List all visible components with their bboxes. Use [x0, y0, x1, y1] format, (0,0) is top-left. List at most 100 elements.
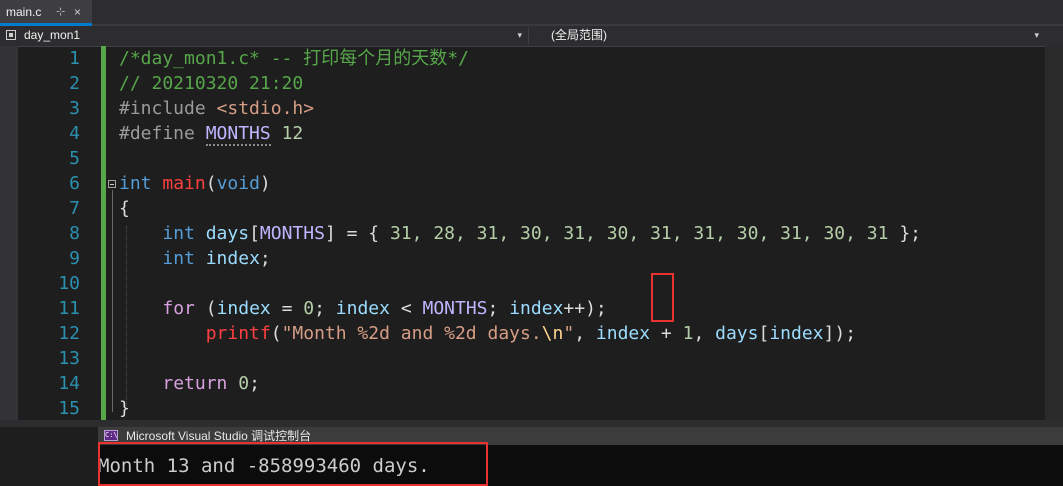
punct: (: [205, 173, 217, 194]
line-number: 15: [58, 398, 80, 419]
line-number: 3: [69, 98, 80, 119]
punct: };: [888, 223, 921, 244]
code-line-1: /*day_mon1.c* -- 打印每个月的天数*/: [119, 46, 469, 71]
preprocessor: #define: [119, 123, 206, 144]
keyword: int: [162, 248, 195, 269]
code-line-14: return 0;: [119, 371, 260, 396]
vertical-scrollbar[interactable]: [1045, 46, 1063, 420]
punct: [: [758, 323, 770, 344]
macro-name: MONTHS: [205, 123, 271, 146]
keyword: int: [119, 173, 152, 194]
code-line-4: #define MONTHS 12: [119, 121, 303, 146]
code-line-12: printf("Month %2d and %2d days.\n", inde…: [119, 321, 856, 346]
line-number: 8: [69, 223, 80, 244]
left-margin: [0, 46, 18, 420]
preprocessor: #include: [119, 98, 217, 119]
include-path: <stdio.h>: [216, 98, 315, 119]
line-number: 14: [58, 373, 80, 394]
project-dropdown[interactable]: day_mon1 ▾: [2, 27, 529, 44]
line-number: 9: [69, 248, 80, 269]
line-number: 5: [69, 148, 80, 169]
console-icon: C:\: [104, 430, 118, 441]
macro-name: MONTHS: [259, 223, 325, 244]
punct: }: [119, 398, 130, 419]
navigation-bar: day_mon1 ▾ (全局范围) ▾: [0, 26, 1063, 47]
punct: ] = {: [324, 223, 390, 244]
line-number-gutter: 1 2 3 4 5 6 7 8 9 10 11 12 13 14 15: [18, 46, 102, 420]
number: 1: [682, 323, 694, 344]
number-list: 31, 28, 31, 30, 31, 30, 31, 31, 30, 31, …: [389, 223, 889, 244]
punct: {: [119, 198, 130, 219]
code-editor[interactable]: /*day_mon1.c* -- 打印每个月的天数*/ // 20210320 …: [106, 46, 1045, 420]
tab-label: main.c: [6, 5, 42, 19]
tab-bar: main.c ⊹ ×: [0, 0, 1063, 26]
punct: ): [259, 173, 271, 194]
output-highlight-box: [98, 442, 488, 486]
code-line-15: }: [119, 396, 130, 421]
project-dropdown-value: day_mon1: [24, 28, 81, 42]
number: 12: [270, 123, 304, 144]
panel-divider: [0, 420, 1063, 427]
punct: ,: [574, 323, 596, 344]
variable: days: [715, 323, 759, 344]
punct: ;: [487, 298, 510, 319]
caret-highlight-box: [651, 273, 674, 322]
line-number: 11: [58, 298, 80, 319]
function-name: main: [162, 173, 206, 194]
pin-icon[interactable]: ⊹: [56, 0, 65, 24]
punct: ;: [314, 298, 336, 319]
code-line-9: int index;: [119, 246, 270, 271]
close-icon[interactable]: ×: [74, 0, 81, 24]
line-number: 13: [58, 348, 80, 369]
punct: ++);: [563, 298, 607, 319]
punct: [: [249, 223, 260, 244]
comment: // 20210320 21:20: [119, 73, 304, 94]
keyword: for: [162, 298, 195, 319]
number: 0: [303, 298, 315, 319]
chevron-down-icon: ▾: [1034, 30, 1039, 40]
line-number: 6: [69, 173, 80, 194]
line-number: 1: [69, 48, 80, 69]
keyword: int: [162, 223, 195, 244]
punct: ,: [693, 323, 716, 344]
tab-main-c[interactable]: main.c ⊹ ×: [0, 0, 92, 26]
number: 0: [238, 373, 250, 394]
project-icon: [6, 30, 16, 40]
code-line-3: #include <stdio.h>: [119, 96, 314, 121]
line-number: 7: [69, 198, 80, 219]
punct: ;: [249, 373, 260, 394]
punct: (: [194, 298, 217, 319]
line-number: 4: [69, 123, 80, 144]
chevron-down-icon: ▾: [517, 30, 522, 40]
line-number: 10: [58, 273, 80, 294]
punct: ]);: [823, 323, 857, 344]
code-line-7: {: [119, 196, 130, 221]
operator: =: [270, 298, 304, 319]
variable: index: [216, 298, 271, 319]
scope-dropdown[interactable]: (全局范围) ▾: [535, 27, 1045, 44]
function-name: printf: [205, 323, 271, 344]
escape-sequence: \n: [541, 323, 564, 344]
operator: <: [389, 298, 423, 319]
string: "Month %2d and %2d days.: [281, 323, 542, 344]
variable: days: [205, 223, 250, 244]
code-line-11: for (index = 0; index < MONTHS; index++)…: [119, 296, 607, 321]
scope-dropdown-value: (全局范围): [551, 28, 607, 42]
line-number: 2: [69, 73, 80, 94]
variable: index: [509, 298, 564, 319]
variable: index: [205, 248, 260, 269]
comment: /*day_mon1.c* -- 打印每个月的天数*/: [119, 48, 469, 69]
macro-name: MONTHS: [422, 298, 488, 319]
punct: (: [270, 323, 282, 344]
keyword: return: [162, 373, 228, 394]
code-line-6: int main(void): [119, 171, 271, 196]
keyword: void: [216, 173, 260, 194]
